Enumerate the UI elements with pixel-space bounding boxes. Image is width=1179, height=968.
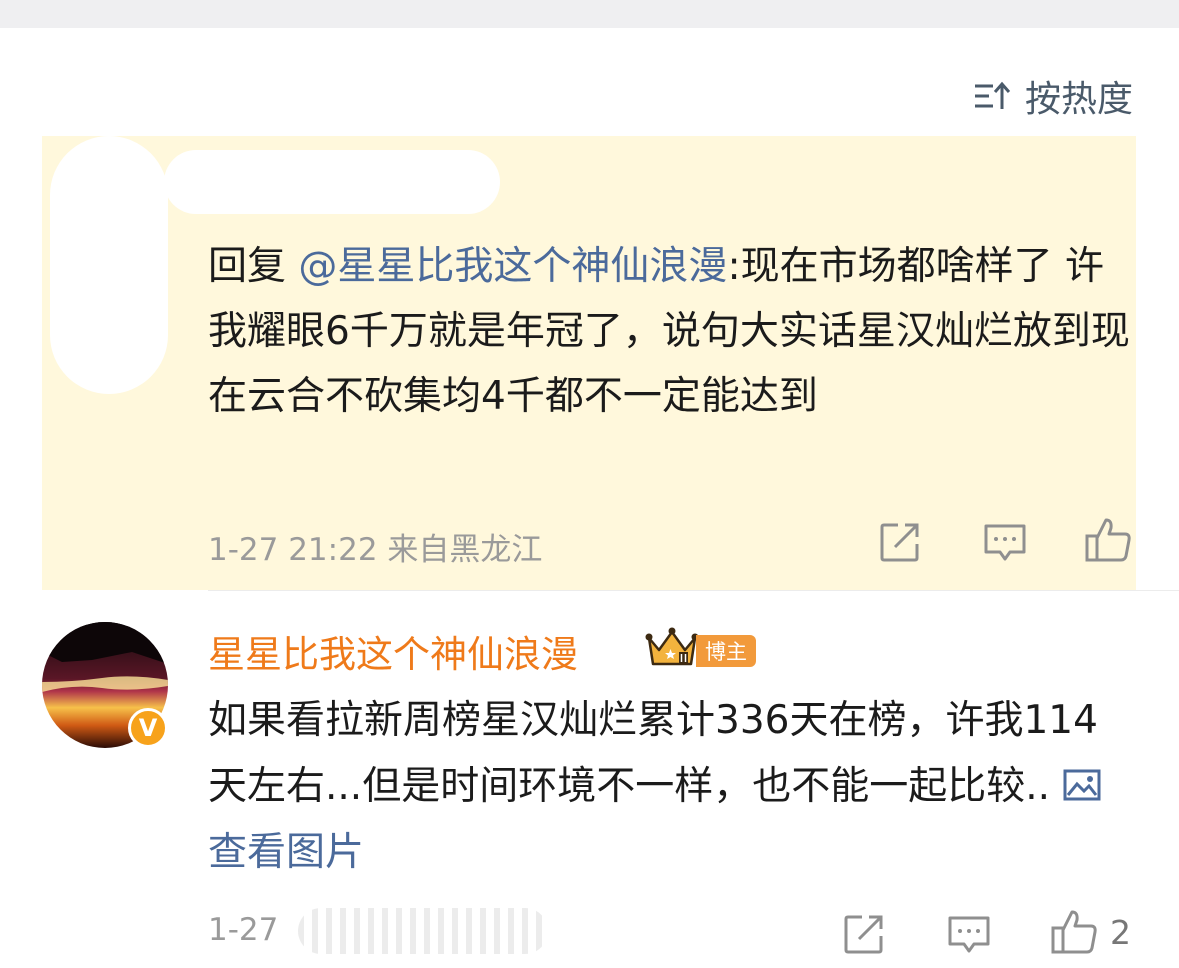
comment-button[interactable] (946, 914, 992, 956)
reply-prefix: 回复 (208, 244, 287, 289)
mention-link[interactable]: @星星比我这个神仙浪漫 (298, 244, 727, 289)
like-icon (1050, 908, 1098, 956)
image-icon (1063, 769, 1101, 801)
redacted-avatar (50, 136, 168, 394)
comment-meta: 1-27 (208, 912, 278, 948)
like-icon (1084, 516, 1132, 564)
like-count: 2 (1110, 912, 1131, 952)
divider (208, 590, 1179, 591)
share-button[interactable] (842, 912, 886, 956)
crown-icon (645, 626, 699, 674)
share-button[interactable] (878, 520, 922, 564)
reply-date: 1-27 21:22 (208, 532, 378, 568)
sort-label: 按热度 (1024, 79, 1133, 120)
sort-by-hot-button[interactable]: 按热度 (973, 70, 1133, 122)
reply-location: 来自黑龙江 (387, 532, 543, 568)
redacted-username (164, 150, 500, 214)
comment-icon (946, 914, 992, 956)
share-icon (842, 912, 886, 956)
view-image-label: 查看图片 (208, 830, 365, 875)
comment-date: 1-27 (208, 912, 279, 948)
like-button[interactable] (1084, 516, 1132, 564)
redacted-meta (298, 908, 548, 954)
reply-text: 回复 @星星比我这个神仙浪漫:现在市场都啥样了 许我耀眼6千万就是年冠了，说句大… (208, 234, 1138, 429)
reply-comment: 回复 @星星比我这个神仙浪漫:现在市场都啥样了 许我耀眼6千万就是年冠了，说句大… (42, 136, 1136, 590)
sort-icon (973, 81, 1011, 111)
comment-button[interactable] (982, 522, 1028, 564)
reply-meta: 1-27 21:22 来自黑龙江 (208, 524, 542, 569)
comment-text: 如果看拉新周榜星汉灿烂累计336天在榜，许我114天左右...但是时间环境不一样… (208, 688, 1128, 886)
like-button[interactable]: 2 (1050, 908, 1131, 956)
comment-icon (982, 522, 1028, 564)
top-band (0, 0, 1179, 28)
author-badge: 博主 (696, 635, 756, 667)
comment-body: 如果看拉新周榜星汉灿烂累计336天在榜，许我114天左右...但是时间环境不一样… (208, 698, 1098, 809)
username-link[interactable]: 星星比我这个神仙浪漫 (208, 624, 578, 678)
share-icon (878, 520, 922, 564)
verified-badge: V (128, 708, 168, 748)
